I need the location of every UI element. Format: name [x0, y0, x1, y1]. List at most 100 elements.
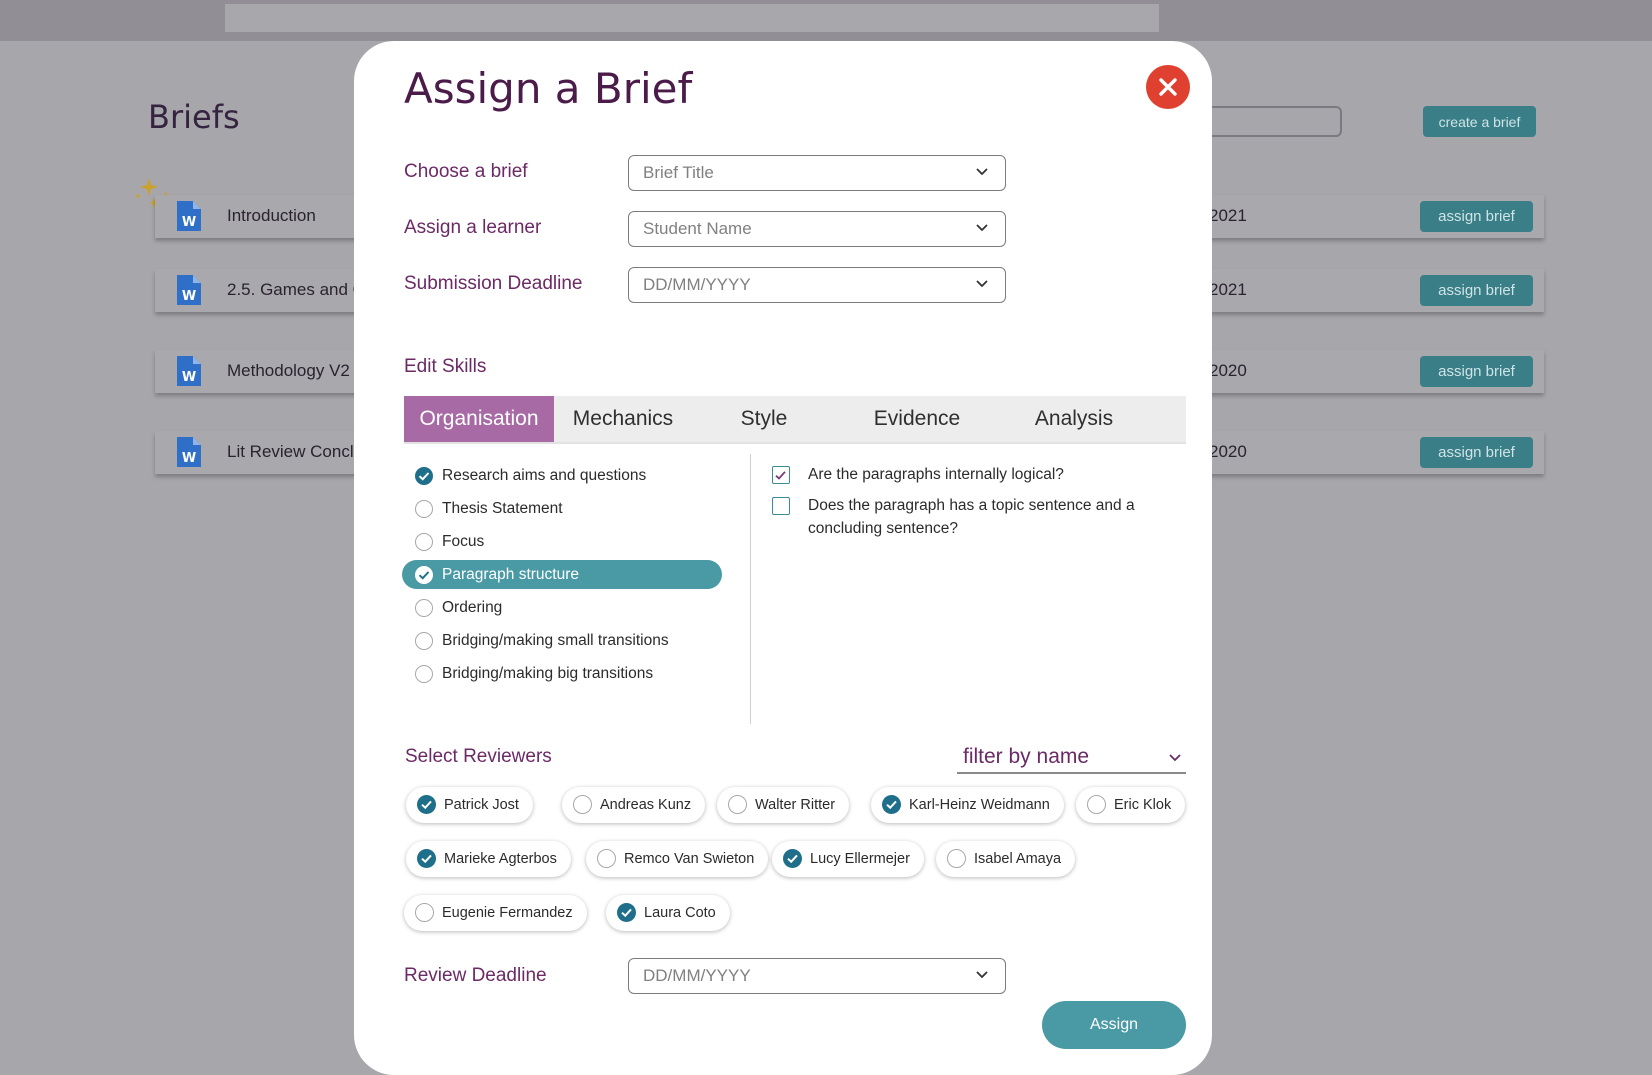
question-item[interactable]: Does the paragraph has a topic sentence …	[772, 494, 1152, 540]
question-text: Does the paragraph has a topic sentence …	[808, 497, 1135, 537]
brief-name[interactable]: Lit Review Conclu	[227, 442, 363, 462]
submission-deadline-label: Submission Deadline	[404, 273, 583, 294]
assign-brief-button[interactable]: assign brief	[1420, 275, 1533, 306]
reviewer-chip[interactable]: Isabel Amaya	[936, 841, 1076, 877]
checkbox-icon[interactable]	[772, 497, 790, 515]
skill-item-selected[interactable]: Paragraph structure	[402, 560, 722, 589]
empty-circle-icon	[728, 795, 747, 814]
reviewer-chip[interactable]: Marieke Agterbos	[406, 841, 571, 877]
reviewer-chip[interactable]: Patrick Jost	[406, 787, 533, 823]
tab-organisation[interactable]: Organisation	[404, 396, 554, 442]
tab-analysis[interactable]: Analysis	[998, 396, 1150, 442]
brief-title-placeholder: Brief Title	[643, 163, 714, 182]
reviewer-name: Remco Van Swieton	[624, 851, 755, 867]
tab-style[interactable]: Style	[692, 396, 836, 442]
reviewer-name: Patrick Jost	[444, 797, 519, 813]
skill-tabs: Organisation Mechanics Style Evidence An…	[404, 396, 1186, 442]
assign-learner-label: Assign a learner	[404, 217, 542, 238]
brief-date: 2021	[1209, 206, 1247, 225]
submission-deadline-select[interactable]: DD/MM/YYYY	[628, 267, 1006, 303]
tab-evidence[interactable]: Evidence	[836, 396, 998, 442]
reviewer-name: Isabel Amaya	[974, 851, 1062, 867]
svg-text:W: W	[182, 370, 196, 385]
empty-circle-icon	[597, 849, 616, 868]
skill-label: Research aims and questions	[442, 466, 647, 484]
chevron-down-icon	[1169, 754, 1181, 762]
empty-circle-icon[interactable]	[415, 599, 433, 617]
reviewer-name: Karl-Heinz Weidmann	[909, 797, 1050, 813]
check-circle-icon	[783, 849, 802, 868]
assign-brief-button[interactable]: assign brief	[1420, 201, 1533, 232]
reviewer-name: Marieke Agterbos	[444, 851, 557, 867]
close-button[interactable]	[1146, 65, 1190, 109]
check-circle-icon	[417, 795, 436, 814]
empty-circle-icon	[947, 849, 966, 868]
brief-name[interactable]: Methodology V2	[227, 361, 350, 381]
reviewer-chip[interactable]: Lucy Ellermejer	[772, 841, 924, 877]
close-icon	[1159, 78, 1177, 96]
skill-item[interactable]: Focus	[402, 527, 722, 556]
modal-title: Assign a Brief	[404, 64, 693, 113]
review-deadline-select[interactable]: DD/MM/YYYY	[628, 958, 1006, 994]
svg-text:W: W	[182, 215, 196, 230]
word-document-icon: W	[177, 356, 201, 386]
question-text: Are the paragraphs internally logical?	[808, 466, 1064, 483]
skill-label: Focus	[442, 532, 485, 550]
brief-title-select[interactable]: Brief Title	[628, 155, 1006, 191]
reviewer-chip[interactable]: Andreas Kunz	[562, 787, 706, 823]
reviewer-chip[interactable]: Eric Klok	[1076, 787, 1186, 823]
choose-brief-label: Choose a brief	[404, 161, 528, 182]
top-bar	[0, 0, 1652, 41]
reviewer-chip[interactable]: Laura Coto	[606, 895, 730, 931]
check-circle-icon[interactable]	[415, 566, 433, 584]
reviewer-name: Lucy Ellermejer	[810, 851, 910, 867]
review-deadline-placeholder: DD/MM/YYYY	[643, 966, 751, 985]
select-reviewers-label: Select Reviewers	[405, 746, 552, 767]
assign-brief-modal: Assign a Brief Choose a brief Brief Titl…	[354, 41, 1212, 1075]
edit-skills-label: Edit Skills	[404, 356, 487, 377]
tabs-underline	[404, 442, 1186, 444]
reviewer-chip[interactable]: Eugenie Fermandez	[404, 895, 587, 931]
assign-brief-button[interactable]: assign brief	[1420, 356, 1533, 387]
word-document-icon: W	[177, 437, 201, 467]
checkbox-checked-icon[interactable]	[772, 466, 790, 484]
skill-item[interactable]: Research aims and questions	[402, 461, 722, 490]
skill-item[interactable]: Bridging/making small transitions	[402, 626, 722, 655]
reviewer-chip[interactable]: Remco Van Swieton	[586, 841, 769, 877]
brief-name[interactable]: 2.5. Games and G	[227, 280, 366, 300]
chevron-down-icon	[976, 971, 988, 979]
check-circle-icon[interactable]	[415, 467, 433, 485]
skill-item[interactable]: Thesis Statement	[402, 494, 722, 523]
skill-item[interactable]: Bridging/making big transitions	[402, 659, 722, 688]
reviewer-chip[interactable]: Walter Ritter	[717, 787, 850, 823]
filter-by-name-select[interactable]: filter by name	[957, 741, 1186, 774]
check-circle-icon	[882, 795, 901, 814]
question-item[interactable]: Are the paragraphs internally logical?	[772, 463, 1152, 486]
empty-circle-icon[interactable]	[415, 632, 433, 650]
skill-item[interactable]: Ordering	[402, 593, 722, 622]
review-deadline-label: Review Deadline	[404, 965, 547, 986]
empty-circle-icon	[1087, 795, 1106, 814]
brief-date: 2020	[1209, 361, 1247, 380]
create-brief-button[interactable]: create a brief	[1423, 106, 1536, 137]
chevron-down-icon	[976, 224, 988, 232]
question-list: Are the paragraphs internally logical? D…	[772, 463, 1152, 548]
empty-circle-icon[interactable]	[415, 533, 433, 551]
page-title: Briefs	[148, 98, 240, 136]
empty-circle-icon[interactable]	[415, 500, 433, 518]
word-document-icon: W	[177, 201, 201, 231]
empty-circle-icon[interactable]	[415, 665, 433, 683]
assign-button[interactable]: Assign	[1042, 1001, 1186, 1049]
student-name-placeholder: Student Name	[643, 219, 752, 238]
reviewer-chip[interactable]: Karl-Heinz Weidmann	[871, 787, 1064, 823]
check-circle-icon	[417, 849, 436, 868]
tab-mechanics[interactable]: Mechanics	[554, 396, 692, 442]
top-search-bar[interactable]	[225, 4, 1159, 32]
student-name-select[interactable]: Student Name	[628, 211, 1006, 247]
empty-circle-icon	[573, 795, 592, 814]
reviewer-name: Eugenie Fermandez	[442, 905, 573, 921]
submission-deadline-placeholder: DD/MM/YYYY	[643, 275, 751, 294]
assign-brief-button[interactable]: assign brief	[1420, 437, 1533, 468]
reviewer-name: Laura Coto	[644, 905, 716, 921]
brief-name[interactable]: Introduction	[227, 206, 316, 226]
